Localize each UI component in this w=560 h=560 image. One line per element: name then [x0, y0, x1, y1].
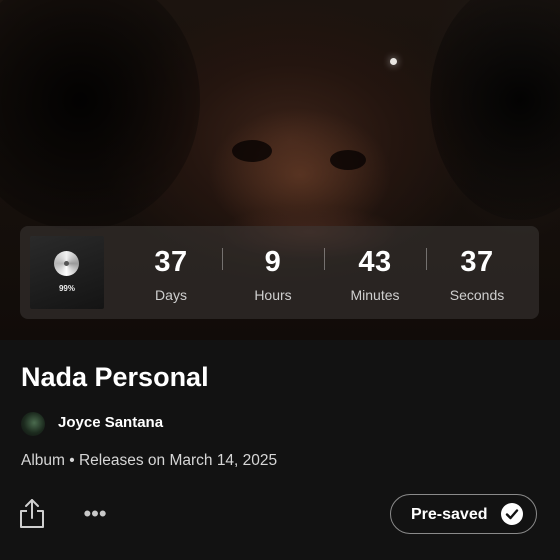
more-options-icon: ••• [83, 501, 107, 526]
hero-nostril-left [232, 140, 272, 162]
more-options-button[interactable]: ••• [78, 503, 112, 525]
disc-icon [54, 251, 79, 276]
share-icon [20, 499, 44, 528]
artist-avatar[interactable] [21, 412, 45, 436]
check-circle-icon [501, 503, 523, 525]
hero-shadow-left [0, 0, 200, 230]
countdown-hours-value: 9 [264, 246, 282, 278]
thumbnail-percent: 99% [58, 284, 75, 293]
countdown-days-label: Days [155, 287, 187, 303]
album-thumbnail: 99% [30, 236, 104, 309]
presave-label: Pre-saved [411, 506, 488, 523]
hero-eye-highlight [390, 58, 397, 65]
release-page: 99% 37 Days 9 Hours 43 Minutes 37 Second… [0, 0, 560, 560]
presave-button[interactable]: Pre-saved [390, 494, 537, 534]
hero-nostril-right [330, 150, 366, 170]
hero-artwork: 99% 37 Days 9 Hours 43 Minutes 37 Second… [0, 0, 560, 340]
countdown-minutes-value: 43 [358, 246, 392, 278]
album-title: Nada Personal [21, 362, 209, 392]
countdown-days-value: 37 [154, 246, 188, 278]
countdown-seconds-value: 37 [460, 246, 494, 278]
countdown-card: 99% 37 Days 9 Hours 43 Minutes 37 Second… [20, 226, 539, 319]
release-meta: Album • Releases on March 14, 2025 [21, 452, 278, 469]
countdown-minutes-label: Minutes [350, 287, 400, 303]
share-button[interactable] [16, 497, 48, 531]
countdown-hours-label: Hours [254, 287, 292, 303]
countdown-seconds-label: Seconds [449, 287, 505, 303]
artist-name-link[interactable]: Joyce Santana [58, 414, 163, 431]
hero-shadow-right [430, 0, 560, 220]
